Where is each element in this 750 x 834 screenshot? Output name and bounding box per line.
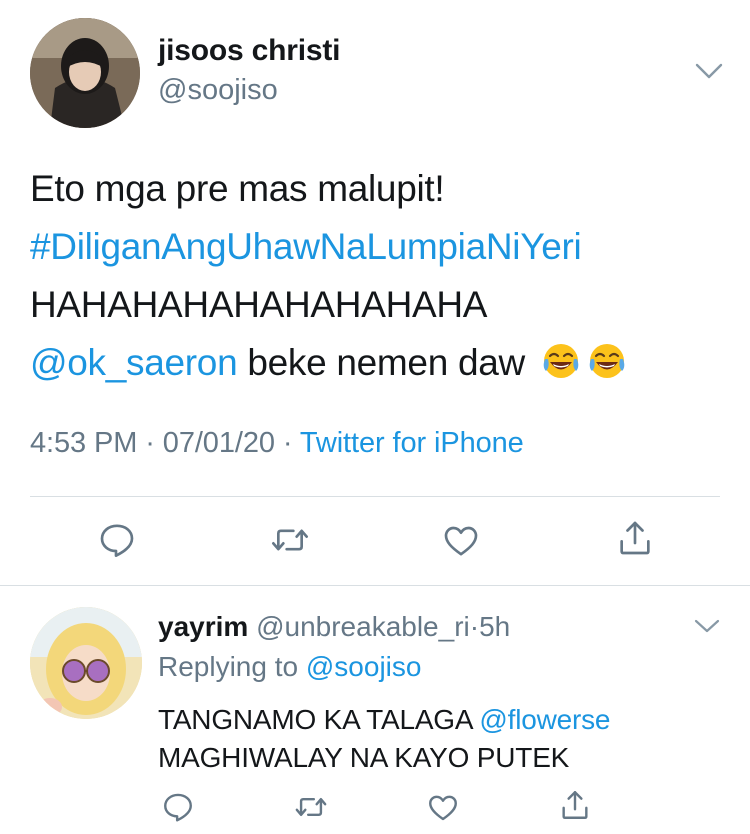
replying-to-label: Replying to (158, 651, 306, 682)
reply-avatar[interactable] (30, 607, 142, 719)
tweet-date: 07/01/20 (162, 427, 275, 459)
tweet-age: 5h (479, 611, 511, 642)
avatar[interactable] (30, 18, 140, 128)
replying-to: Replying to @soojiso (158, 651, 421, 683)
avatar-photo (30, 607, 142, 719)
like-icon[interactable] (441, 520, 481, 560)
tweet-text-line: Eto mga pre mas malupit! (30, 168, 445, 209)
tweet-text: Eto mga pre mas malupit! #DiliganAngUhaw… (30, 160, 627, 392)
user-handle[interactable]: @unbreakable_ri (256, 611, 470, 642)
separator-dot: · (469, 611, 480, 642)
reply-icon[interactable] (161, 790, 195, 824)
divider (0, 585, 750, 586)
reply-header: yayrim @unbreakable_ri·5h (158, 611, 510, 643)
mention-link[interactable]: @soojiso (306, 651, 422, 682)
retweet-icon[interactable] (294, 790, 328, 824)
avatar-photo (30, 18, 140, 128)
face-with-tears-of-joy-icon (589, 344, 625, 378)
divider (30, 496, 720, 497)
user-handle[interactable]: @soojiso (158, 74, 278, 107)
hashtag-link[interactable]: #DiliganAngUhawNaLumpiaNiYeri (30, 226, 582, 267)
mention-link[interactable]: @flowerse (479, 704, 610, 735)
tweet-text-line: HAHAHAHAHAHAHAHAHA (30, 284, 488, 325)
separator-dot: · (274, 427, 300, 459)
tweet-meta: 4:53 PM · 07/01/20 · Twitter for iPhone (30, 427, 524, 460)
tweet-text-line: MAGHIWALAY NA KAYO PUTEK (158, 742, 570, 773)
tweet-text-line: beke nemen daw (237, 342, 525, 383)
display-name[interactable]: jisoos christi (158, 34, 340, 68)
chevron-down-icon[interactable] (694, 62, 724, 80)
display-name[interactable]: yayrim (158, 611, 248, 642)
tweet-time: 4:53 PM (30, 427, 138, 459)
share-icon[interactable] (558, 788, 592, 822)
tweet-source-link[interactable]: Twitter for iPhone (300, 427, 524, 459)
like-icon[interactable] (426, 790, 460, 824)
face-with-tears-of-joy-icon (543, 344, 579, 378)
tweet-text-line: TANGNAMO KA TALAGA (158, 704, 480, 735)
reply-icon[interactable] (97, 520, 137, 560)
reply-text: TANGNAMO KA TALAGA @flowerse MAGHIWALAY … (158, 701, 610, 777)
mention-link[interactable]: @ok_saeron (30, 342, 238, 383)
retweet-icon[interactable] (270, 520, 310, 560)
separator-dot: · (137, 427, 163, 459)
share-icon[interactable] (615, 518, 655, 558)
chevron-down-icon[interactable] (693, 618, 721, 634)
